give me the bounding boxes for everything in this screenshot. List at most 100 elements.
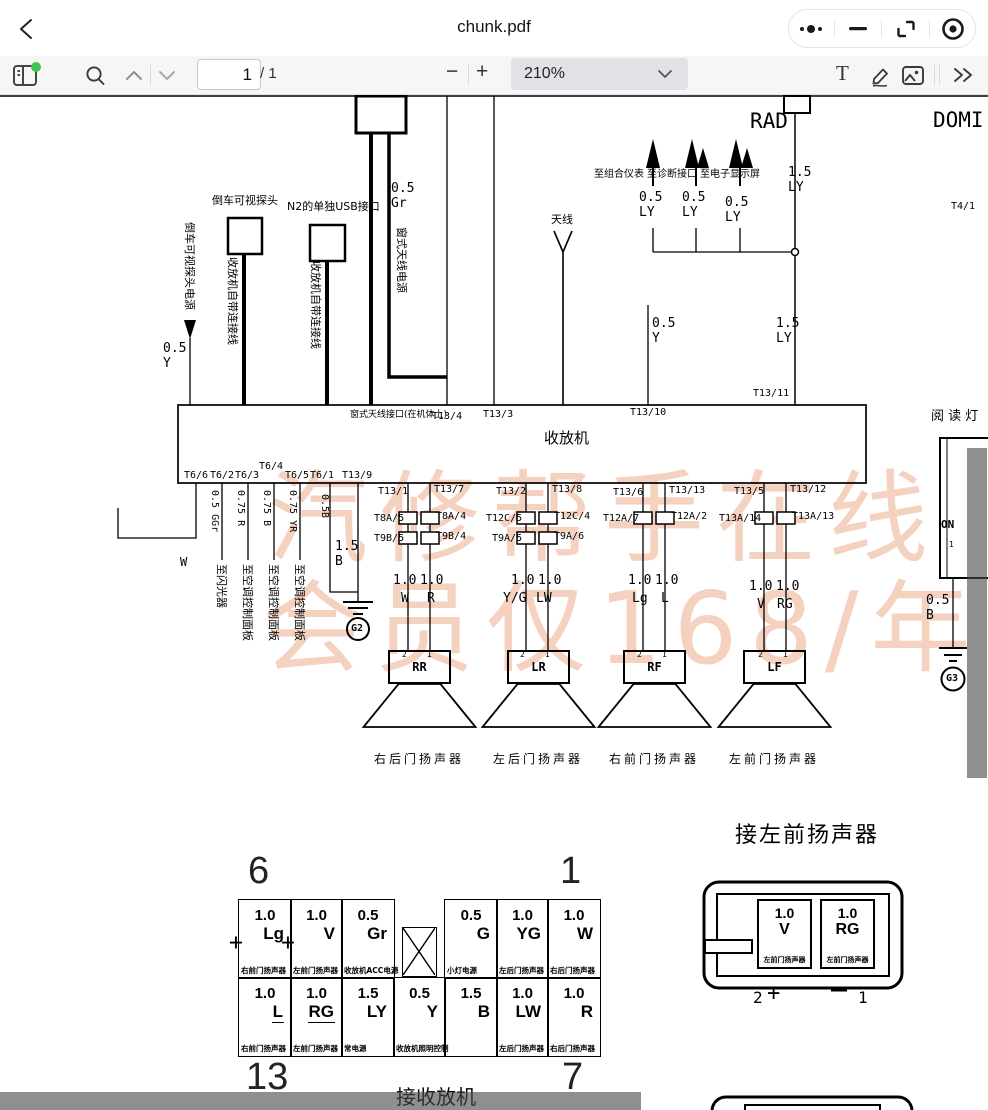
radio-connector-table: 6 1 13 7 1.0Lg右前门扬声器+1.0V左前门扬声器+0.5Gr收放机… [238, 899, 599, 1057]
speaker-box-lf: LF [743, 650, 806, 684]
vertical-wire-label: 0.5 GGr [209, 490, 219, 532]
front-connector-title: 接左前扬声器 [735, 824, 879, 849]
divider [881, 20, 882, 38]
wire-label: 1.5 LY [776, 317, 799, 346]
table-cell: 1.0W右后门扬声器 [547, 899, 601, 979]
label-dome: DOMI [933, 109, 984, 133]
pin-label: T13/8 [552, 484, 582, 495]
next-page-icon[interactable] [156, 68, 178, 82]
wire-label: Y/G [503, 592, 526, 607]
page-number-input[interactable] [197, 59, 261, 90]
table-cell: 1.0YG左后门扬声器 [496, 899, 549, 979]
vertical-wire-label: 倒车可视探头电源 [184, 222, 195, 310]
floating-window-icon[interactable] [886, 12, 926, 46]
pin-label: T6/1 [310, 470, 334, 481]
table-cell: 1.5LY常电源 [341, 977, 395, 1057]
wire-label: 0.5 LY [682, 191, 705, 220]
wire-label: 1.0 [538, 574, 561, 589]
vertical-wire-label: 至闪光器 [216, 564, 227, 608]
wire-label: 0.5 LY [725, 196, 748, 225]
more-options-icon[interactable] [791, 12, 831, 46]
divider [939, 65, 940, 85]
wire-label: W [180, 556, 187, 569]
pin-number: 6 [248, 850, 269, 893]
junction-dot [792, 249, 799, 256]
pin-label: T4/1 [951, 201, 975, 212]
pin-number: 1 [560, 850, 581, 893]
cell-color: RG [822, 921, 873, 939]
wire-label: W [401, 592, 409, 607]
insert-image-icon[interactable] [901, 65, 925, 86]
wire-label: 0.5 Y [163, 342, 186, 371]
speaker-pin: 1 [662, 651, 667, 660]
wire-label: 1.0 [511, 574, 534, 589]
zoom-level-value: 210% [524, 65, 656, 83]
wire-label: 0.5 Y [652, 317, 675, 346]
cell-label: 左前门扬声器 [759, 955, 810, 965]
cell-label: 左前门扬声器 [822, 955, 873, 965]
wire-label: 1.5 LY [788, 166, 811, 195]
empty-slot-x [402, 927, 437, 977]
pin-label: T13/10 [630, 407, 666, 418]
pin-label: T13/6 [613, 487, 643, 498]
speaker-name: 右后门扬声器 [354, 750, 484, 767]
pin-label: T8A/5 [374, 513, 404, 524]
speaker-name: 左前门扬声器 [709, 750, 839, 767]
wire-label: RG [777, 598, 793, 613]
label-antenna: 天线 [551, 214, 573, 226]
wire-label: Lg [632, 592, 648, 607]
pin-label: T9B/4 [436, 531, 466, 542]
vertical-scrollbar-thumb[interactable] [967, 448, 987, 778]
wire-label: 1.0 [628, 574, 651, 589]
wire-label: 0.5 LY [639, 191, 662, 220]
cell-gauge: 1.0 [822, 905, 873, 921]
ground-label: G3 [946, 673, 958, 684]
connector-minus-mark [831, 988, 847, 992]
zoom-in-button[interactable]: + [476, 60, 488, 84]
pdf-toolbar: / 1 − + 210% T [0, 56, 988, 95]
label-to-display: 至电子显示屏 [700, 169, 760, 180]
pin-label: T6/6 [184, 470, 208, 481]
more-tools-icon[interactable] [950, 66, 978, 84]
pdf-viewer-app: 汽修帮手在线 会员仅168/年 [0, 0, 988, 1110]
wire-label: V [757, 598, 765, 613]
pin-label: T6/3 [235, 470, 259, 481]
wire-label: 1.0 [776, 580, 799, 595]
zoom-out-button[interactable]: − [446, 60, 458, 84]
speaker-pin: 1 [545, 651, 550, 660]
speaker-box-lr: LR [507, 650, 570, 684]
arrow-down-icon [184, 320, 196, 339]
annotate-pencil-icon[interactable] [868, 64, 894, 88]
speaker-name: 右前门扬声器 [589, 750, 719, 767]
minimize-icon[interactable] [838, 12, 878, 46]
window-antenna-box [356, 96, 406, 133]
wire-label: 0.5 B [926, 594, 949, 623]
pin-label: T13/11 [753, 388, 789, 399]
thumbnails-panel-icon[interactable] [12, 62, 42, 88]
plus-mark: + [229, 930, 243, 956]
speaker-box-rf: RF [623, 650, 686, 684]
previous-page-icon[interactable] [123, 68, 145, 82]
pin-label: T12C/4 [554, 511, 590, 522]
speaker-pin: 2 [402, 651, 407, 660]
pin-label: T9B/5 [374, 533, 404, 544]
pin-label: T13/9 [342, 470, 372, 481]
divider [468, 65, 469, 85]
connector-pin-1: 1 [858, 989, 868, 1007]
wire-label: 1.0 [393, 574, 416, 589]
vertical-wire-label: 收放机自带连接线 [310, 261, 321, 349]
record-icon[interactable] [933, 12, 973, 46]
table-cell: 1.5B [444, 977, 498, 1057]
speaker-cones [364, 684, 831, 727]
speaker-pin: 2 [520, 651, 525, 660]
speaker-pin: 2 [637, 651, 642, 660]
text-tool-icon[interactable]: T [836, 61, 849, 86]
zoom-level-select[interactable]: 210% [511, 58, 688, 90]
horizontal-scrollbar-thumb[interactable] [0, 1092, 641, 1110]
vertical-wire-label: 0.75 YR [287, 490, 297, 532]
divider [929, 20, 930, 38]
ground-icon-g2 [343, 602, 373, 640]
label-to-diagnostic: 至诊断接口 [647, 169, 697, 180]
speaker-name: 左后门扬声器 [473, 750, 603, 767]
search-icon[interactable] [84, 65, 108, 87]
